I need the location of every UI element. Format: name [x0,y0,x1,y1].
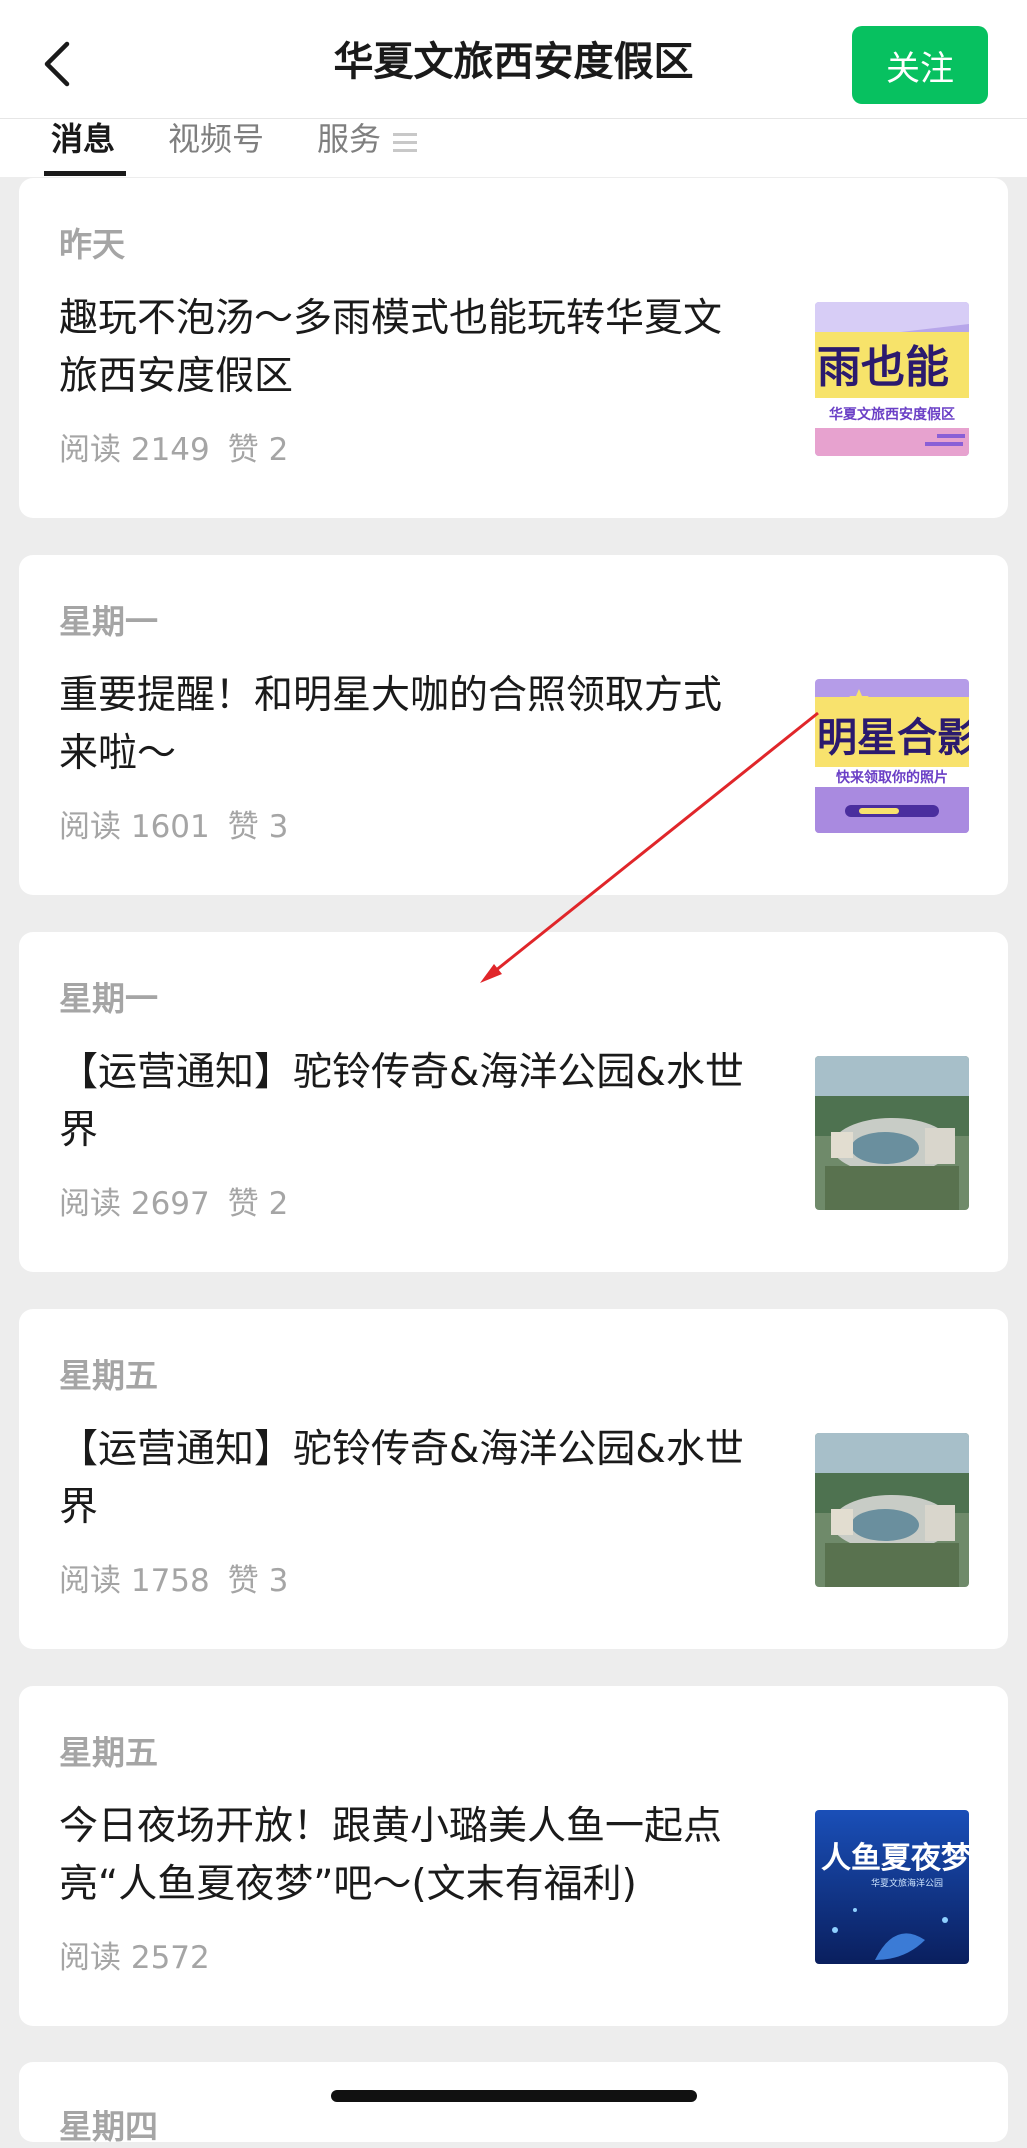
home-indicator [331,2090,697,2102]
annotation-arrow [480,711,819,983]
